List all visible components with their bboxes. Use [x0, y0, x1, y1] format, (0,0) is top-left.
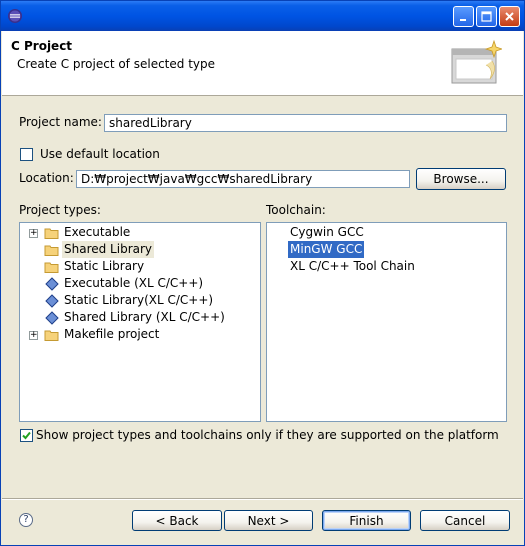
- show-supported-only-checkbox[interactable]: [20, 429, 33, 442]
- use-default-location-label: Use default location: [40, 147, 160, 161]
- tree-item-shared-library-xl[interactable]: Shared Library (XL C/C++): [64, 309, 225, 326]
- eclipse-app-icon[interactable]: [7, 8, 23, 24]
- expand-executable-icon[interactable]: +: [29, 229, 38, 238]
- project-name-label: Project name:: [19, 115, 102, 129]
- next-button[interactable]: Next >: [224, 510, 313, 531]
- back-button[interactable]: < Back: [132, 510, 222, 531]
- diamond-icon: [45, 277, 59, 291]
- diamond-icon: [45, 294, 59, 308]
- browse-button[interactable]: Browse...: [416, 168, 506, 190]
- wizard-title: C Project: [11, 39, 73, 53]
- show-supported-only-label: Show project types and toolchains only i…: [36, 428, 499, 442]
- folder-icon: [44, 228, 59, 239]
- toolchain-label: Toolchain:: [266, 203, 326, 217]
- folder-icon: [44, 330, 59, 341]
- help-icon[interactable]: ?: [19, 513, 33, 527]
- tree-item-static-library[interactable]: Static Library: [64, 258, 144, 275]
- maximize-icon: [481, 11, 492, 22]
- toolchain-item-cygwin-gcc[interactable]: Cygwin GCC: [290, 224, 364, 241]
- use-default-location-checkbox[interactable]: [20, 148, 33, 161]
- maximize-button[interactable]: [476, 6, 497, 27]
- toolchain-list[interactable]: Cygwin GCC MinGW GCC XL C/C++ Tool Chain: [266, 222, 507, 422]
- project-types-tree[interactable]: + Executable Shared Library Static Libra…: [19, 222, 261, 422]
- location-label: Location:: [19, 171, 74, 185]
- folder-icon: [44, 262, 59, 273]
- diamond-icon: [45, 311, 59, 325]
- title-bar[interactable]: [1, 1, 524, 31]
- folder-icon: [44, 245, 59, 256]
- expand-makefile-icon[interactable]: +: [29, 331, 38, 340]
- location-input[interactable]: D:₩project₩java₩gcc₩sharedLibrary: [76, 170, 410, 188]
- wizard-description: Create C project of selected type: [17, 57, 215, 71]
- toolchain-item-mingw-gcc[interactable]: MinGW GCC: [288, 241, 365, 258]
- wizard-window: C Project Create C project of selected t…: [0, 0, 525, 546]
- minimize-icon: [460, 19, 466, 21]
- project-types-label: Project types:: [19, 203, 101, 217]
- tree-item-executable-xl[interactable]: Executable (XL C/C++): [64, 275, 203, 292]
- tree-item-makefile-project[interactable]: Makefile project: [64, 326, 159, 343]
- project-name-input[interactable]: sharedLibrary: [104, 114, 507, 132]
- tree-item-static-library-xl[interactable]: Static Library(XL C/C++): [64, 292, 213, 309]
- minimize-button[interactable]: [453, 6, 474, 27]
- tree-item-executable[interactable]: Executable: [64, 224, 130, 241]
- finish-button[interactable]: Finish: [322, 510, 411, 531]
- checkmark-icon: [22, 431, 31, 440]
- toolchain-item-xl-cpp-tool-chain[interactable]: XL C/C++ Tool Chain: [290, 258, 415, 275]
- cancel-button[interactable]: Cancel: [420, 510, 510, 531]
- new-project-wizard-banner-icon: [451, 39, 502, 84]
- close-icon: [505, 12, 514, 21]
- button-bar-separator: [2, 498, 523, 500]
- close-button[interactable]: [499, 6, 520, 27]
- wizard-header: C Project Create C project of selected t…: [2, 31, 523, 96]
- tree-item-shared-library[interactable]: Shared Library: [62, 241, 155, 258]
